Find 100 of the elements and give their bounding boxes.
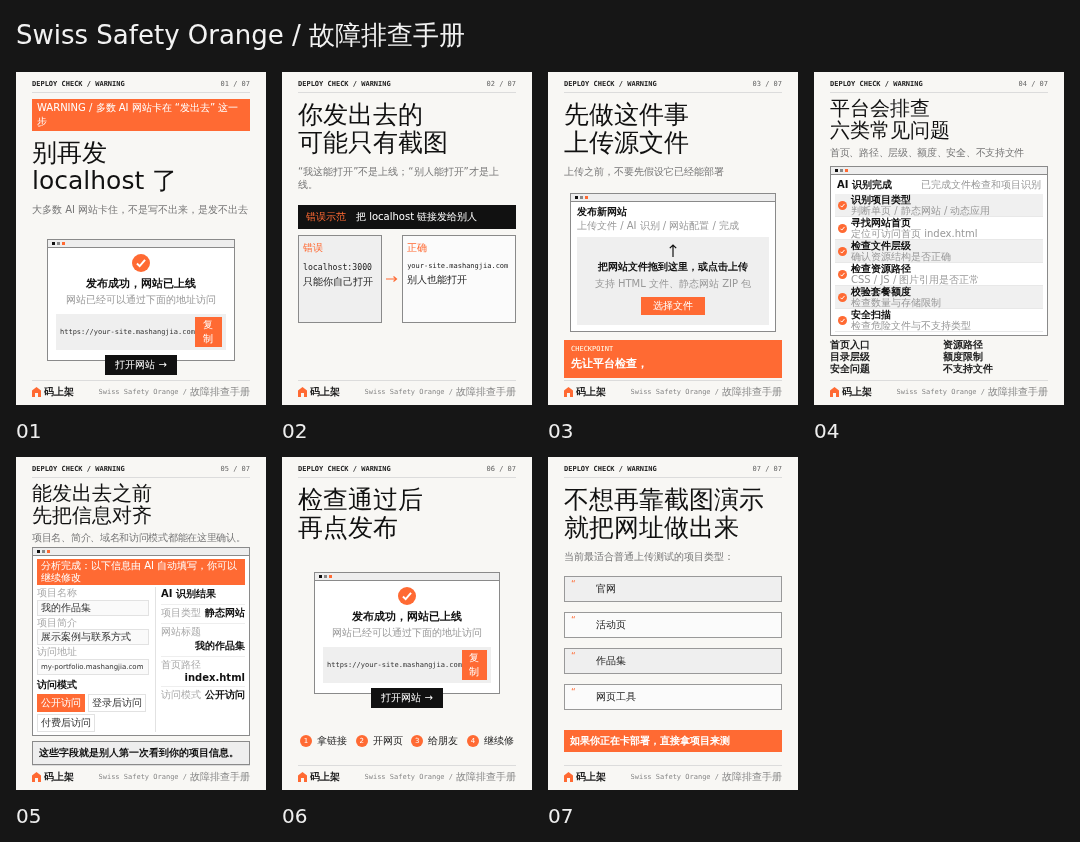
brand-name: 码上架 bbox=[44, 385, 74, 399]
check-detail: 定位可访问首页 index.html bbox=[851, 228, 978, 240]
slide-card[interactable] bbox=[16, 457, 266, 790]
slide-headline: 可能只有截图 bbox=[298, 129, 448, 157]
check-title: 识别项目类型 bbox=[851, 195, 911, 206]
manual-name: 故障排查手册 bbox=[988, 385, 1048, 399]
step-label: 拿链接 bbox=[317, 734, 347, 748]
note-panel: 这些字段就是别人第一次看到你的项目信息。 bbox=[32, 741, 250, 765]
page-title: Swiss Safety Orange / 故障排查手册 bbox=[16, 18, 467, 52]
category-label: 首页入口 bbox=[830, 339, 871, 352]
card-tag: 正确 bbox=[407, 241, 511, 255]
slide-headline: 先做这件事 bbox=[564, 101, 689, 129]
result-label: 网站标题 bbox=[161, 625, 201, 640]
success-title: 发布成功，网站已上线 bbox=[86, 275, 196, 291]
window-controls-icon bbox=[575, 195, 589, 199]
manual-name: 故障排查手册 bbox=[456, 770, 516, 784]
quote-mark: “ bbox=[571, 686, 576, 697]
project-type-label: 网页工具 bbox=[595, 689, 636, 704]
slide-card[interactable] bbox=[814, 72, 1064, 405]
drop-hint: 支持 HTML 文件、静态网站 ZIP 包 bbox=[594, 276, 752, 291]
slide-headline: localhost 了 bbox=[32, 167, 178, 195]
window-controls-icon bbox=[835, 169, 849, 173]
logo-icon bbox=[298, 772, 307, 782]
check-title: 校验套餐额度 bbox=[851, 287, 911, 298]
success-note: 网站已经可以通过下面的地址访问 bbox=[66, 292, 216, 307]
access-mode-button[interactable]: 登录后访问 bbox=[88, 694, 146, 712]
results-title: AI 识别结果 bbox=[161, 587, 217, 602]
slide-number: 07 bbox=[548, 804, 574, 828]
slide-number: 04 bbox=[814, 419, 840, 443]
input-field[interactable]: 展示案例与联系方式 bbox=[37, 629, 149, 646]
category-label: 目录层级 bbox=[830, 351, 871, 363]
slide-headline: 就把网址做出来 bbox=[564, 514, 739, 542]
slide-number: 05 bbox=[16, 804, 42, 828]
slide-headline: 你发出去的 bbox=[298, 101, 423, 129]
result-label: 访问模式 bbox=[161, 688, 201, 703]
manual-name: 故障排查手册 bbox=[190, 770, 250, 784]
success-note: 网站已经可以通过下面的地址访问 bbox=[332, 626, 482, 640]
arrow-right-icon bbox=[386, 276, 399, 282]
slide-number: 02 bbox=[282, 419, 308, 443]
check-detail: 检查数量与存储限制 bbox=[851, 297, 941, 309]
slide-headline: 别再发 bbox=[32, 139, 107, 167]
window-heading: 发布新网站 bbox=[577, 204, 627, 219]
slide-number: 03 bbox=[548, 419, 574, 443]
result-value: index.html bbox=[184, 672, 245, 684]
slide-subtitle: 项目名、简介、域名和访问模式都能在这里确认。 bbox=[32, 531, 247, 545]
slide-subtitle: 首页、路径、层级、额度、安全、不支持文件 bbox=[830, 146, 1025, 160]
success-title: 发布成功，网站已上线 bbox=[352, 609, 462, 624]
slide-headline: 检查通过后 bbox=[298, 486, 423, 514]
slide-headline: 能发出去之前 bbox=[32, 482, 152, 505]
category-label: 额度限制 bbox=[943, 351, 984, 363]
slide-subtitle: 大多数 AI 网站卡住，不是写不出来，是发不出去 bbox=[32, 204, 250, 217]
check-detail: 检查危险文件与不支持类型 bbox=[851, 320, 971, 332]
window-controls-icon bbox=[37, 550, 51, 554]
access-mode-button[interactable]: 付费后访问 bbox=[37, 714, 95, 732]
result-value: 我的作品集 bbox=[195, 639, 245, 654]
brand-name: 码上架 bbox=[576, 385, 606, 399]
step-label: 开网页 bbox=[372, 734, 403, 748]
brand-name: 码上架 bbox=[310, 385, 340, 399]
step-label: 给朋友 bbox=[428, 734, 459, 748]
quote-mark: “ bbox=[571, 614, 576, 625]
example-tag: 错误示范 bbox=[306, 210, 346, 224]
brand-name: 码上架 bbox=[842, 385, 872, 399]
open-site-button[interactable]: 打开网站 → bbox=[371, 688, 443, 708]
input-field[interactable]: 我的作品集 bbox=[37, 599, 149, 616]
result-value: 静态网站 bbox=[205, 606, 245, 621]
check-detail: CSS / JS / 图片引用是否正常 bbox=[851, 274, 980, 286]
logo-icon bbox=[830, 387, 839, 397]
field-label: 访问地址 bbox=[37, 646, 78, 658]
slide-subtitle: “我这能打开”不是上线；“别人能打开”才是上线。 bbox=[298, 166, 500, 191]
result-value: 公开访问 bbox=[205, 688, 245, 703]
slide-card[interactable] bbox=[16, 72, 266, 405]
field-label: 访问模式 bbox=[37, 678, 78, 692]
warning-banner: WARNING / 多数 AI 网站卡在 “发出去” 这一步 bbox=[32, 99, 250, 131]
manual-name: 故障排查手册 bbox=[722, 770, 782, 784]
project-type-label: 作品集 bbox=[595, 653, 626, 668]
window-status: 已完成文件检查和项目识别 bbox=[921, 178, 1041, 193]
logo-icon bbox=[298, 387, 307, 397]
check-title: 检查资源路径 bbox=[851, 264, 911, 275]
window-controls-icon bbox=[52, 241, 66, 245]
slide-headline: 平台会排查 bbox=[830, 97, 930, 120]
check-title: 寻找网站首页 bbox=[851, 218, 912, 229]
slide-headline: 先把信息对齐 bbox=[32, 504, 152, 527]
upload-arrow-icon bbox=[669, 243, 677, 257]
field-label: 项目名称 bbox=[37, 587, 78, 599]
slide-subtitle: 上传之前，不要先假设它已经能部署 bbox=[564, 166, 725, 179]
step-label: 继续修 bbox=[483, 734, 514, 748]
breadcrumb: 上传文件 / AI 识别 / 网站配置 / 完成 bbox=[577, 218, 740, 233]
slide-headline: 上传源文件 bbox=[564, 129, 689, 157]
check-title: 安全扫描 bbox=[851, 310, 891, 321]
callout-bar: 如果你正在卡部署，直接拿项目来测 bbox=[564, 729, 782, 752]
brand-name: 码上架 bbox=[310, 770, 340, 784]
open-site-button[interactable]: 打开网站 → bbox=[105, 354, 177, 375]
manual-name: 故障排查手册 bbox=[456, 385, 516, 399]
quote-mark: “ bbox=[571, 650, 576, 661]
slide-number: 06 bbox=[282, 804, 308, 828]
checkpoint-text: 先让平台检查， bbox=[571, 355, 649, 371]
check-circle-icon bbox=[398, 587, 416, 605]
project-type-label: 官网 bbox=[595, 581, 616, 596]
logo-icon bbox=[564, 772, 573, 782]
field-label: 项目简介 bbox=[37, 616, 78, 629]
